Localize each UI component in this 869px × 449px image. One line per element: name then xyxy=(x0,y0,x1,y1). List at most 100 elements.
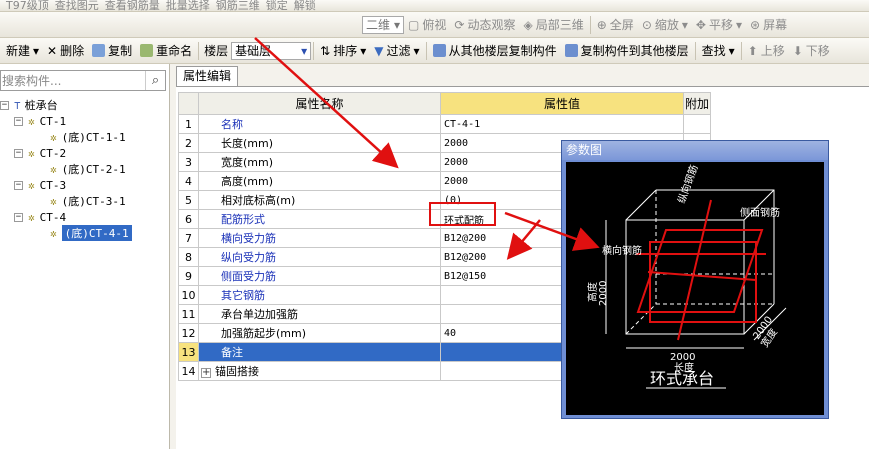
pan-label: 平移 xyxy=(708,18,733,32)
property-name: + 锚固搭接 xyxy=(198,361,441,381)
label-longitudinal: 纵向钢筋 xyxy=(675,163,701,205)
gear-icon: ✲ xyxy=(28,210,35,224)
orbit-icon: ⟳ xyxy=(454,17,465,32)
row-number: 8 xyxy=(178,247,199,267)
copy-label: 复制 xyxy=(108,44,133,58)
diagram-canvas: 纵向钢筋 侧面钢筋 横向钢筋 高度 2000 宽度 2000 2000 长度 环… xyxy=(566,162,824,415)
new-label: 新建 xyxy=(6,44,31,58)
local-3d-button[interactable]: ◈ 局部三维 xyxy=(519,14,587,36)
top-toolbar: T97级顶 查找图元 查看钢筋量 批量选择 钢筋三维 锁定 解锁 xyxy=(0,0,869,12)
chevron-down-icon: ▾ xyxy=(394,17,401,32)
separator xyxy=(740,41,742,60)
chevron-down-icon: ▾ xyxy=(728,43,735,58)
highlight-box xyxy=(429,202,496,226)
toolbar-top-item[interactable]: 钢筋三维 xyxy=(216,0,260,11)
copy-from-floor-label: 从其他楼层复制构件 xyxy=(448,44,557,58)
tree-node[interactable]: − ✲ CT-4 xyxy=(14,209,66,225)
screen-button[interactable]: ⊛ 屏幕 xyxy=(746,14,791,36)
search-icon[interactable]: ⌕ xyxy=(145,71,165,90)
cube-icon: ◈ xyxy=(523,17,533,32)
property-name: 横向受力筋 xyxy=(198,228,441,248)
search-input[interactable]: 搜索构件... xyxy=(1,72,145,89)
view-mode-select[interactable]: 二维 ▾ xyxy=(362,15,405,34)
move-down-button[interactable]: ⬇ 下移 xyxy=(789,40,834,62)
property-name: 高度(mm) xyxy=(198,171,441,191)
tree-leaf-label: (底)CT-4-1 xyxy=(61,225,132,241)
filter-button[interactable]: ▼ 过滤 ▾ xyxy=(370,40,423,62)
expand-icon[interactable]: + xyxy=(201,368,211,378)
row-number: 7 xyxy=(178,228,199,248)
floor-value: 基础层 xyxy=(235,44,272,58)
tree-root-label: 桩承台 xyxy=(24,99,58,112)
collapse-icon[interactable]: − xyxy=(14,212,23,222)
sort-button[interactable]: ⇅ 排序 ▾ xyxy=(316,40,370,62)
find-button[interactable]: 查找 ▾ xyxy=(698,40,739,62)
property-extra[interactable] xyxy=(683,114,711,134)
filter-icon: ▼ xyxy=(374,43,384,58)
screen-label: 屏幕 xyxy=(763,18,788,32)
tree-root[interactable]: − ⊤ 桩承台 xyxy=(0,97,58,113)
move-up-button[interactable]: ⬆ 上移 xyxy=(744,40,789,62)
collapse-icon[interactable]: − xyxy=(0,100,9,110)
toolbar-top-item[interactable]: 锁定 xyxy=(266,0,288,11)
toolbar-top-item[interactable]: 查看钢筋量 xyxy=(105,0,160,11)
row-number: 9 xyxy=(178,266,199,286)
tree-node-label: CT-3 xyxy=(39,178,67,192)
orbit-button[interactable]: ⟳ 动态观察 xyxy=(450,14,519,36)
chevron-down-icon: ▾ xyxy=(33,43,40,58)
separator xyxy=(198,41,200,60)
gear-icon: ✲ xyxy=(50,162,57,176)
delete-button[interactable]: ✕ 删除 xyxy=(43,40,88,62)
tree-leaf[interactable]: ✲ (底)CT-3-1 xyxy=(50,193,126,209)
zoom-button[interactable]: ⊙ 缩放 ▾ xyxy=(638,14,692,36)
collapse-icon[interactable]: − xyxy=(14,148,23,158)
tab-property-edit[interactable]: 属性编辑 xyxy=(176,66,239,86)
pile-cap-icon: ⊤ xyxy=(14,98,21,112)
table-row[interactable]: 1 名称 CT-4-1 xyxy=(178,114,711,134)
top-view-button[interactable]: ▢ 俯视 xyxy=(404,14,450,36)
copy-button[interactable]: 复制 xyxy=(88,40,136,62)
separator xyxy=(425,41,427,60)
sort-label: 排序 xyxy=(333,44,358,58)
param-diagram-window[interactable]: 参数图 纵向钢筋 侧面钢筋 横向钢筋 高度 2000 宽度 2000 2000 … xyxy=(561,140,829,419)
arrow-up-icon: ⬆ xyxy=(747,43,758,58)
fullscreen-button[interactable]: ⊕ 全屏 xyxy=(593,14,638,36)
zoom-icon: ⊙ xyxy=(641,17,652,32)
rebar-bar xyxy=(677,199,712,341)
delete-icon: ✕ xyxy=(47,43,58,58)
tree-leaf[interactable]: ✲ (底)CT-2-1 xyxy=(50,161,126,177)
box-edge xyxy=(625,189,657,221)
toolbar-top-item[interactable]: 批量选择 xyxy=(166,0,210,11)
toolbar-top-item[interactable]: 查找图元 xyxy=(55,0,99,11)
new-button[interactable]: 新建 ▾ xyxy=(2,40,43,62)
property-name: 承台单边加强筋 xyxy=(198,304,441,324)
rename-button[interactable]: 重命名 xyxy=(136,40,196,62)
zoom-fit-icon: ⊕ xyxy=(596,17,607,32)
copy-to-floor-button[interactable]: 复制构件到其他楼层 xyxy=(561,40,693,62)
tree-leaf[interactable]: ✲ (底)CT-1-1 xyxy=(50,129,126,145)
screen-icon: ⊛ xyxy=(750,17,761,32)
separator xyxy=(589,15,591,34)
arrow-down-icon: ⬇ xyxy=(792,43,803,58)
pan-button[interactable]: ✥ 平移 ▾ xyxy=(692,14,746,36)
tree-node[interactable]: − ✲ CT-3 xyxy=(14,177,66,193)
row-number: 11 xyxy=(178,304,199,324)
tree-node[interactable]: − ✲ CT-1 xyxy=(14,113,66,129)
property-name: 备注 xyxy=(198,342,441,362)
property-name: 侧面受力筋 xyxy=(198,266,441,286)
floor-select[interactable]: 基础层 ▾ xyxy=(231,41,312,60)
gear-icon: ✲ xyxy=(50,194,57,208)
row-number: 2 xyxy=(178,133,199,153)
toolbar-top-item[interactable]: 解锁 xyxy=(294,0,316,11)
copy-from-floor-button[interactable]: 从其他楼层复制构件 xyxy=(429,40,561,62)
copy-icon xyxy=(92,44,106,57)
copy-to-floor-icon xyxy=(564,44,578,57)
tree-node[interactable]: − ✲ CT-2 xyxy=(14,145,66,161)
collapse-icon[interactable]: − xyxy=(14,116,23,126)
view-mode-value: 二维 xyxy=(366,18,391,32)
toolbar-top-item[interactable]: T97级顶 xyxy=(6,0,49,11)
row-number: 13 xyxy=(178,342,199,362)
collapse-icon[interactable]: − xyxy=(14,180,23,190)
tree-leaf-selected[interactable]: ✲ (底)CT-4-1 xyxy=(50,225,132,241)
property-value[interactable]: CT-4-1 xyxy=(440,114,684,134)
